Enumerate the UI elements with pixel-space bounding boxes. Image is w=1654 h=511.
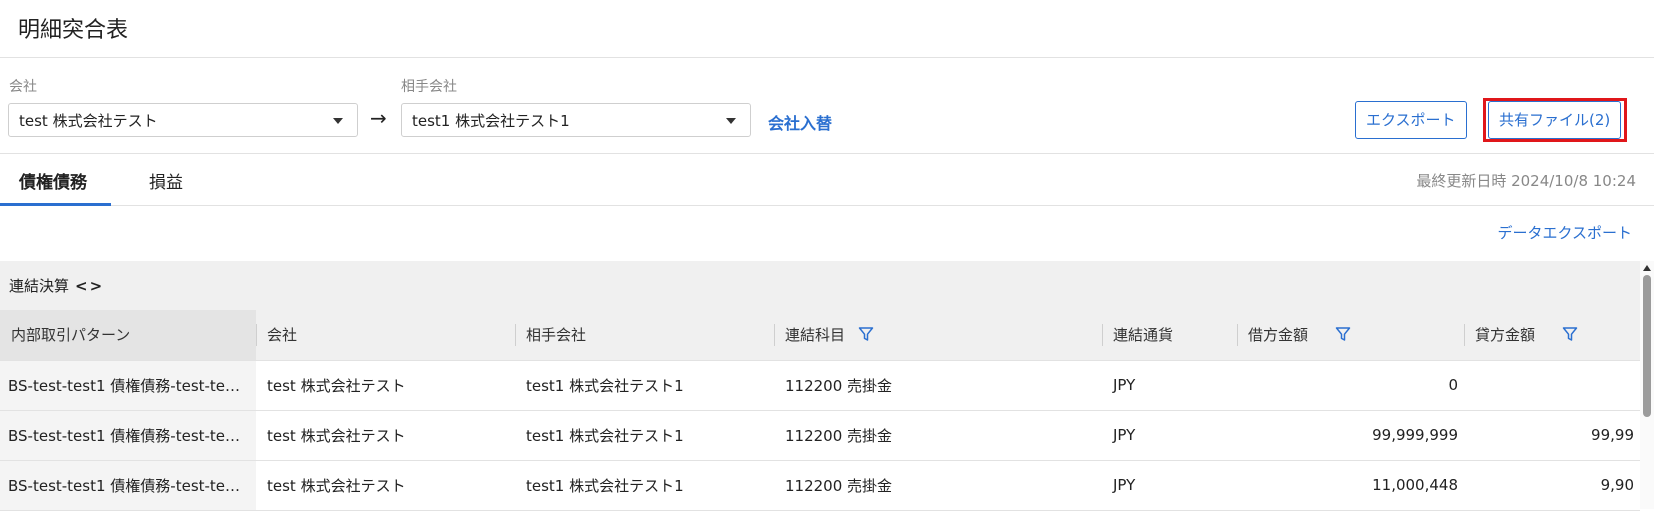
column-header-debit[interactable]: 借方金額: [1237, 310, 1464, 361]
last-updated-text: 最終更新日時 2024/10/8 10:24: [1416, 172, 1636, 190]
cell-company: test 株式会社テスト: [256, 460, 515, 511]
partner-company-select[interactable]: test1 株式会社テスト1: [401, 103, 751, 137]
cell-credit: 99,99: [1464, 410, 1640, 461]
column-header-account[interactable]: 連結科目: [774, 310, 1102, 361]
cell-currency: JPY: [1102, 410, 1237, 461]
cell-credit: 9,90: [1464, 460, 1640, 511]
cell-company: test 株式会社テスト: [256, 360, 515, 411]
cell-partner-company: test1 株式会社テスト1: [515, 360, 774, 411]
export-button[interactable]: エクスポート: [1355, 101, 1467, 139]
table-row[interactable]: BS-test-test1 債権債務-test-test1 test 株式会社テ…: [0, 410, 1640, 461]
tab-profit-loss[interactable]: 損益: [149, 168, 183, 193]
active-tab-indicator: [0, 203, 111, 206]
column-header-partner-company[interactable]: 相手会社: [515, 310, 774, 361]
filter-bar: 会社 test 株式会社テスト → 相手会社 test1 株式会社テスト1 会社…: [0, 58, 1654, 154]
column-group-header: 連結決算 <>: [0, 261, 1640, 310]
table-header-row: 内部取引パターン 会社 相手会社 連結科目 連結通貨 借方金額 貸方金額: [0, 310, 1640, 361]
table-row[interactable]: BS-test-test1 債権債務-test-test1 test 株式会社テ…: [0, 460, 1640, 511]
column-header-pattern[interactable]: 内部取引パターン: [0, 310, 256, 361]
cell-pattern: BS-test-test1 債権債務-test-test1: [0, 460, 256, 511]
tab-receivables-payables[interactable]: 債権債務: [19, 168, 87, 193]
reconciliation-table: 連結決算 <> 内部取引パターン 会社 相手会社 連結科目 連結通貨 借方金額 貸…: [0, 261, 1640, 511]
cell-company: test 株式会社テスト: [256, 410, 515, 461]
arrow-right-icon: →: [370, 106, 387, 130]
swap-companies-link[interactable]: 会社入替: [768, 110, 832, 134]
tab-bar: 債権債務 損益 最終更新日時 2024/10/8 10:24: [0, 154, 1654, 206]
company-select[interactable]: test 株式会社テスト: [8, 103, 358, 137]
cell-debit: 99,999,999: [1237, 410, 1464, 461]
cell-debit: 0: [1237, 360, 1464, 411]
cell-credit: [1464, 360, 1640, 411]
data-table: 内部取引パターン 会社 相手会社 連結科目 連結通貨 借方金額 貸方金額 BS-…: [0, 310, 1640, 511]
vertical-scrollbar[interactable]: [1640, 261, 1654, 509]
funnel-icon[interactable]: [1335, 326, 1351, 346]
funnel-icon[interactable]: [858, 326, 874, 346]
company-select-value: test 株式会社テスト: [19, 112, 158, 130]
expand-collapse-icon[interactable]: <>: [75, 277, 104, 295]
column-header-credit[interactable]: 貸方金額: [1464, 310, 1640, 361]
partner-company-label: 相手会社: [401, 79, 457, 95]
chevron-down-icon: [333, 118, 343, 124]
column-header-currency[interactable]: 連結通貨: [1102, 310, 1237, 361]
cell-account: 112200 売掛金: [774, 360, 1102, 411]
cell-debit: 11,000,448: [1237, 460, 1464, 511]
data-export-link[interactable]: データエクスポート: [1497, 222, 1632, 243]
group-label: 連結決算: [9, 277, 70, 295]
cell-currency: JPY: [1102, 360, 1237, 411]
cell-pattern: BS-test-test1 債権債務-test-test1: [0, 360, 256, 411]
company-label: 会社: [9, 79, 37, 95]
cell-pattern: BS-test-test1 債権債務-test-test1: [0, 410, 256, 461]
partner-company-select-value: test1 株式会社テスト1: [412, 112, 570, 130]
cell-partner-company: test1 株式会社テスト1: [515, 460, 774, 511]
table-row[interactable]: BS-test-test1 債権債務-test-test1 test 株式会社テ…: [0, 360, 1640, 411]
column-header-company[interactable]: 会社: [256, 310, 515, 361]
cell-account: 112200 売掛金: [774, 460, 1102, 511]
scrollbar-thumb[interactable]: [1643, 275, 1651, 417]
cell-currency: JPY: [1102, 460, 1237, 511]
chevron-down-icon: [726, 118, 736, 124]
page-title: 明細突合表: [18, 18, 129, 43]
cell-account: 112200 売掛金: [774, 410, 1102, 461]
cell-partner-company: test1 株式会社テスト1: [515, 410, 774, 461]
funnel-icon[interactable]: [1562, 326, 1578, 346]
scroll-up-icon[interactable]: [1643, 265, 1651, 271]
highlight-box: [1483, 98, 1627, 142]
page-header: 明細突合表: [0, 0, 1654, 58]
